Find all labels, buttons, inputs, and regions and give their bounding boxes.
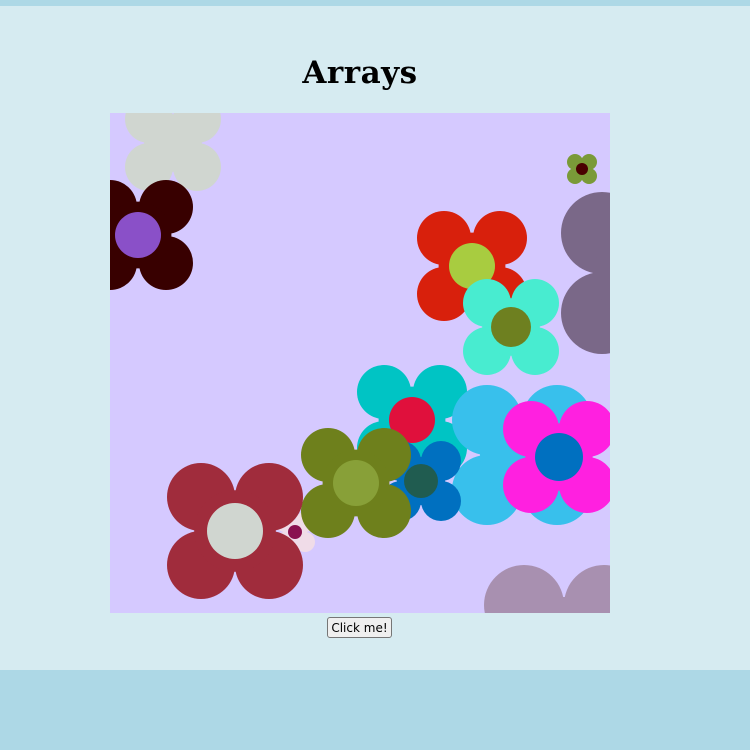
flower-canvas-svg bbox=[110, 113, 610, 613]
flower-center bbox=[333, 460, 379, 506]
flower-center bbox=[115, 212, 161, 258]
flower-center bbox=[207, 503, 263, 559]
flower bbox=[567, 154, 597, 184]
flower-center bbox=[491, 307, 531, 347]
flower-center bbox=[288, 525, 302, 539]
flower-center bbox=[576, 163, 588, 175]
click-me-button[interactable]: Click me! bbox=[327, 617, 392, 638]
page-panel: Arrays Click me! bbox=[0, 6, 750, 670]
flower-canvas bbox=[110, 113, 610, 613]
page-title: Arrays bbox=[302, 55, 418, 91]
flower-center bbox=[535, 433, 583, 481]
flower-body bbox=[144, 114, 202, 172]
flower-center bbox=[404, 464, 438, 498]
